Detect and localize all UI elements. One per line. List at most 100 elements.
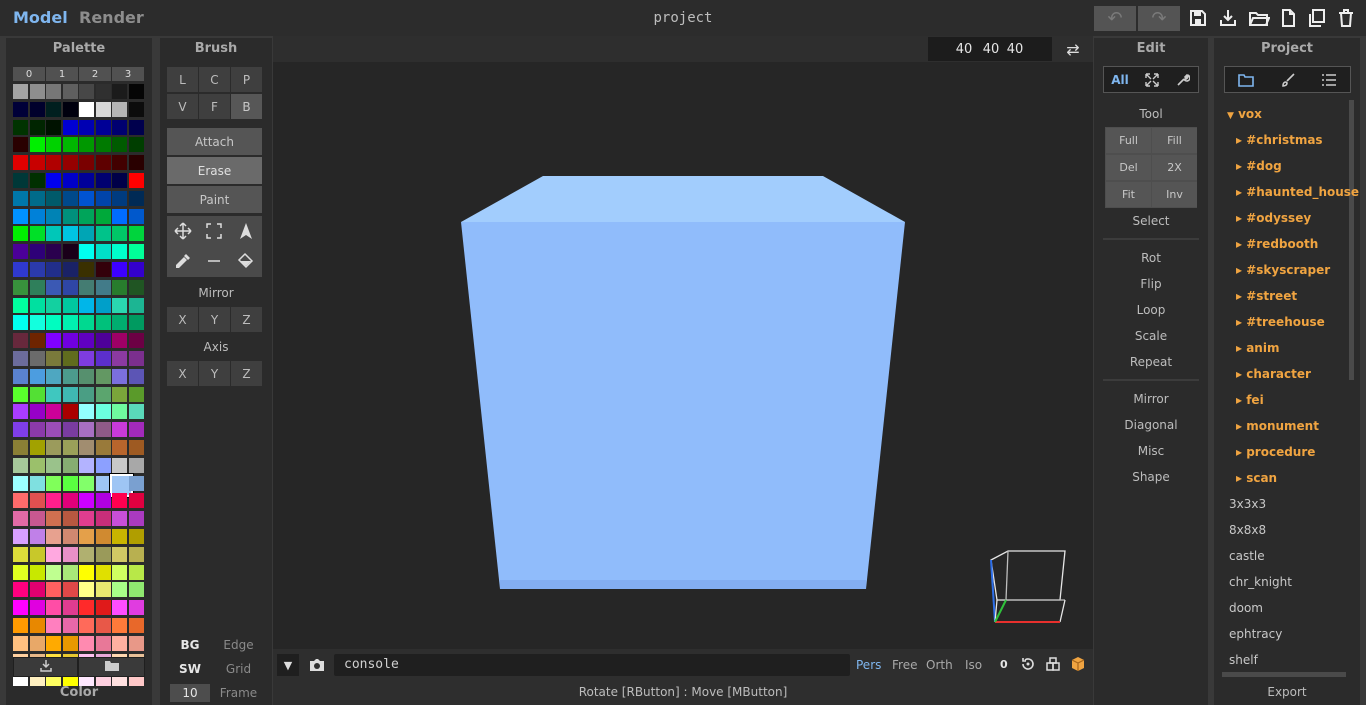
color-swatch[interactable] [62,635,78,651]
expand-icon[interactable] [1140,69,1164,91]
color-swatch[interactable] [29,635,45,651]
color-swatch[interactable] [29,315,45,331]
color-swatch[interactable] [112,84,127,99]
tree-folder[interactable]: ▸ #street [1236,289,1297,303]
color-swatch[interactable] [79,529,94,544]
color-swatch[interactable] [112,422,127,438]
color-swatch[interactable] [79,475,94,491]
color-swatch[interactable] [95,297,111,313]
color-swatch[interactable] [46,618,61,633]
color-swatch[interactable] [79,119,94,135]
tool-fit[interactable]: Fit [1106,182,1151,207]
color-swatch[interactable] [95,386,111,402]
tree-root[interactable]: ▼ vox [1227,107,1262,121]
color-swatch[interactable] [46,511,61,527]
color-swatch[interactable] [128,529,144,544]
color-swatch[interactable] [13,404,28,420]
color-swatch[interactable] [46,546,61,562]
color-swatch[interactable] [112,564,127,580]
color-swatch[interactable] [128,315,144,331]
color-swatch[interactable] [46,84,61,99]
color-swatch[interactable] [95,404,111,420]
color-swatch[interactable] [128,635,144,651]
tree-file[interactable]: 8x8x8 [1229,523,1266,537]
color-swatch[interactable] [13,618,28,633]
undo-button[interactable]: ↶ [1094,6,1136,31]
brush-erase-button[interactable]: Erase [167,157,262,184]
color-swatch[interactable] [13,368,28,384]
color-swatch[interactable] [95,315,111,331]
palette-column-1[interactable]: 1 [46,67,78,81]
view-iso[interactable]: Iso [965,658,982,672]
color-swatch[interactable] [62,84,78,99]
color-swatch[interactable] [95,582,111,598]
color-swatch[interactable] [128,137,144,153]
edge-toggle[interactable]: Edge [215,635,262,655]
color-swatch[interactable] [29,262,45,277]
color-swatch[interactable] [29,208,45,224]
frame-toggle[interactable]: Frame [215,684,262,702]
color-swatch[interactable] [46,190,61,206]
tree-folder[interactable]: ▸ #christmas [1236,133,1323,147]
color-swatch[interactable] [13,493,28,509]
open-folder-icon[interactable] [1248,8,1271,28]
color-swatch[interactable] [62,564,78,580]
color-swatch[interactable] [62,173,78,188]
color-swatch[interactable] [128,564,144,580]
color-swatch[interactable] [46,208,61,224]
brush-attach-button[interactable]: Attach [167,128,262,155]
color-swatch[interactable] [46,333,61,349]
color-swatch[interactable] [128,475,144,491]
dim-x[interactable]: 40 [952,40,976,58]
list-view-icon[interactable] [1315,69,1343,91]
dim-y[interactable]: 40 [979,40,1003,58]
op-mirror[interactable]: Mirror [1094,392,1208,406]
color-swatch[interactable] [46,137,61,153]
view-index[interactable]: 0 [1000,658,1008,671]
color-swatch[interactable] [128,190,144,206]
tool-del[interactable]: Del [1106,155,1151,180]
color-swatch[interactable] [112,155,127,171]
reset-view-icon[interactable] [1019,655,1037,673]
dim-z[interactable]: 40 [1003,40,1027,58]
color-swatch[interactable] [112,368,127,384]
tree-folder[interactable]: ▸ #redbooth [1236,237,1318,251]
color-swatch[interactable] [29,404,45,420]
color-swatch[interactable] [95,244,111,260]
color-swatch[interactable] [128,440,144,455]
color-swatch[interactable] [112,279,127,295]
color-swatch[interactable] [112,101,127,117]
color-swatch[interactable] [79,600,94,616]
color-swatch[interactable] [13,511,28,527]
op-rot[interactable]: Rot [1094,251,1208,265]
color-swatch[interactable] [46,297,61,313]
color-swatch[interactable] [79,84,94,99]
color-swatch[interactable] [79,546,94,562]
brush-paint-button[interactable]: Paint [167,186,262,213]
color-swatch[interactable] [46,386,61,402]
color-swatch[interactable] [112,244,127,260]
palette-column-0[interactable]: 0 [13,67,45,81]
color-swatch[interactable] [128,511,144,527]
move-icon[interactable] [169,219,197,243]
color-swatch[interactable] [13,155,28,171]
color-swatch[interactable] [46,564,61,580]
color-swatch[interactable] [95,368,111,384]
tree-file[interactable]: castle [1229,549,1265,563]
tree-folder[interactable]: ▸ #dog [1236,159,1282,173]
color-swatch[interactable] [79,582,94,598]
mirror-z[interactable]: Z [231,307,262,332]
color-swatch[interactable] [128,404,144,420]
color-swatch[interactable] [46,582,61,598]
color-swatch[interactable] [95,208,111,224]
color-swatch[interactable] [62,440,78,455]
color-swatch[interactable] [79,511,94,527]
tree-folder[interactable]: ▸ #haunted_house [1236,185,1359,199]
bg-toggle[interactable]: BG [167,635,213,655]
color-swatch[interactable] [46,226,61,242]
tree-folder[interactable]: ▸ fei [1236,393,1264,407]
grid-toggle[interactable]: Grid [215,659,262,679]
color-swatch[interactable] [95,279,111,295]
color-swatch[interactable] [112,440,127,455]
eyedropper-icon[interactable] [169,249,197,273]
